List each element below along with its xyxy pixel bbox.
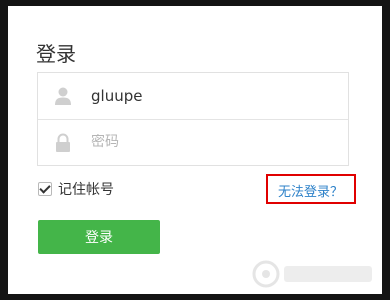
login-form: gluupe: [37, 72, 349, 166]
username-row[interactable]: gluupe: [38, 73, 348, 120]
watermark-logo: [252, 260, 372, 288]
login-button[interactable]: 登录: [38, 220, 160, 254]
remember-account[interactable]: 记住帐号: [38, 180, 114, 198]
forgot-highlight-box: 无法登录？: [266, 174, 356, 204]
password-field[interactable]: [91, 134, 291, 150]
remember-checkbox[interactable]: [38, 182, 52, 196]
login-dialog: 登录 gluupe 记住帐号 无法登录？ 登录: [8, 6, 382, 294]
password-row[interactable]: [38, 120, 348, 166]
remember-label: 记住帐号: [58, 182, 114, 198]
lock-icon: [56, 133, 70, 152]
user-icon: [55, 87, 71, 105]
username-field[interactable]: gluupe: [91, 86, 142, 106]
cannot-login-link[interactable]: 无法登录？: [278, 181, 343, 200]
dialog-title: 登录: [36, 42, 76, 66]
